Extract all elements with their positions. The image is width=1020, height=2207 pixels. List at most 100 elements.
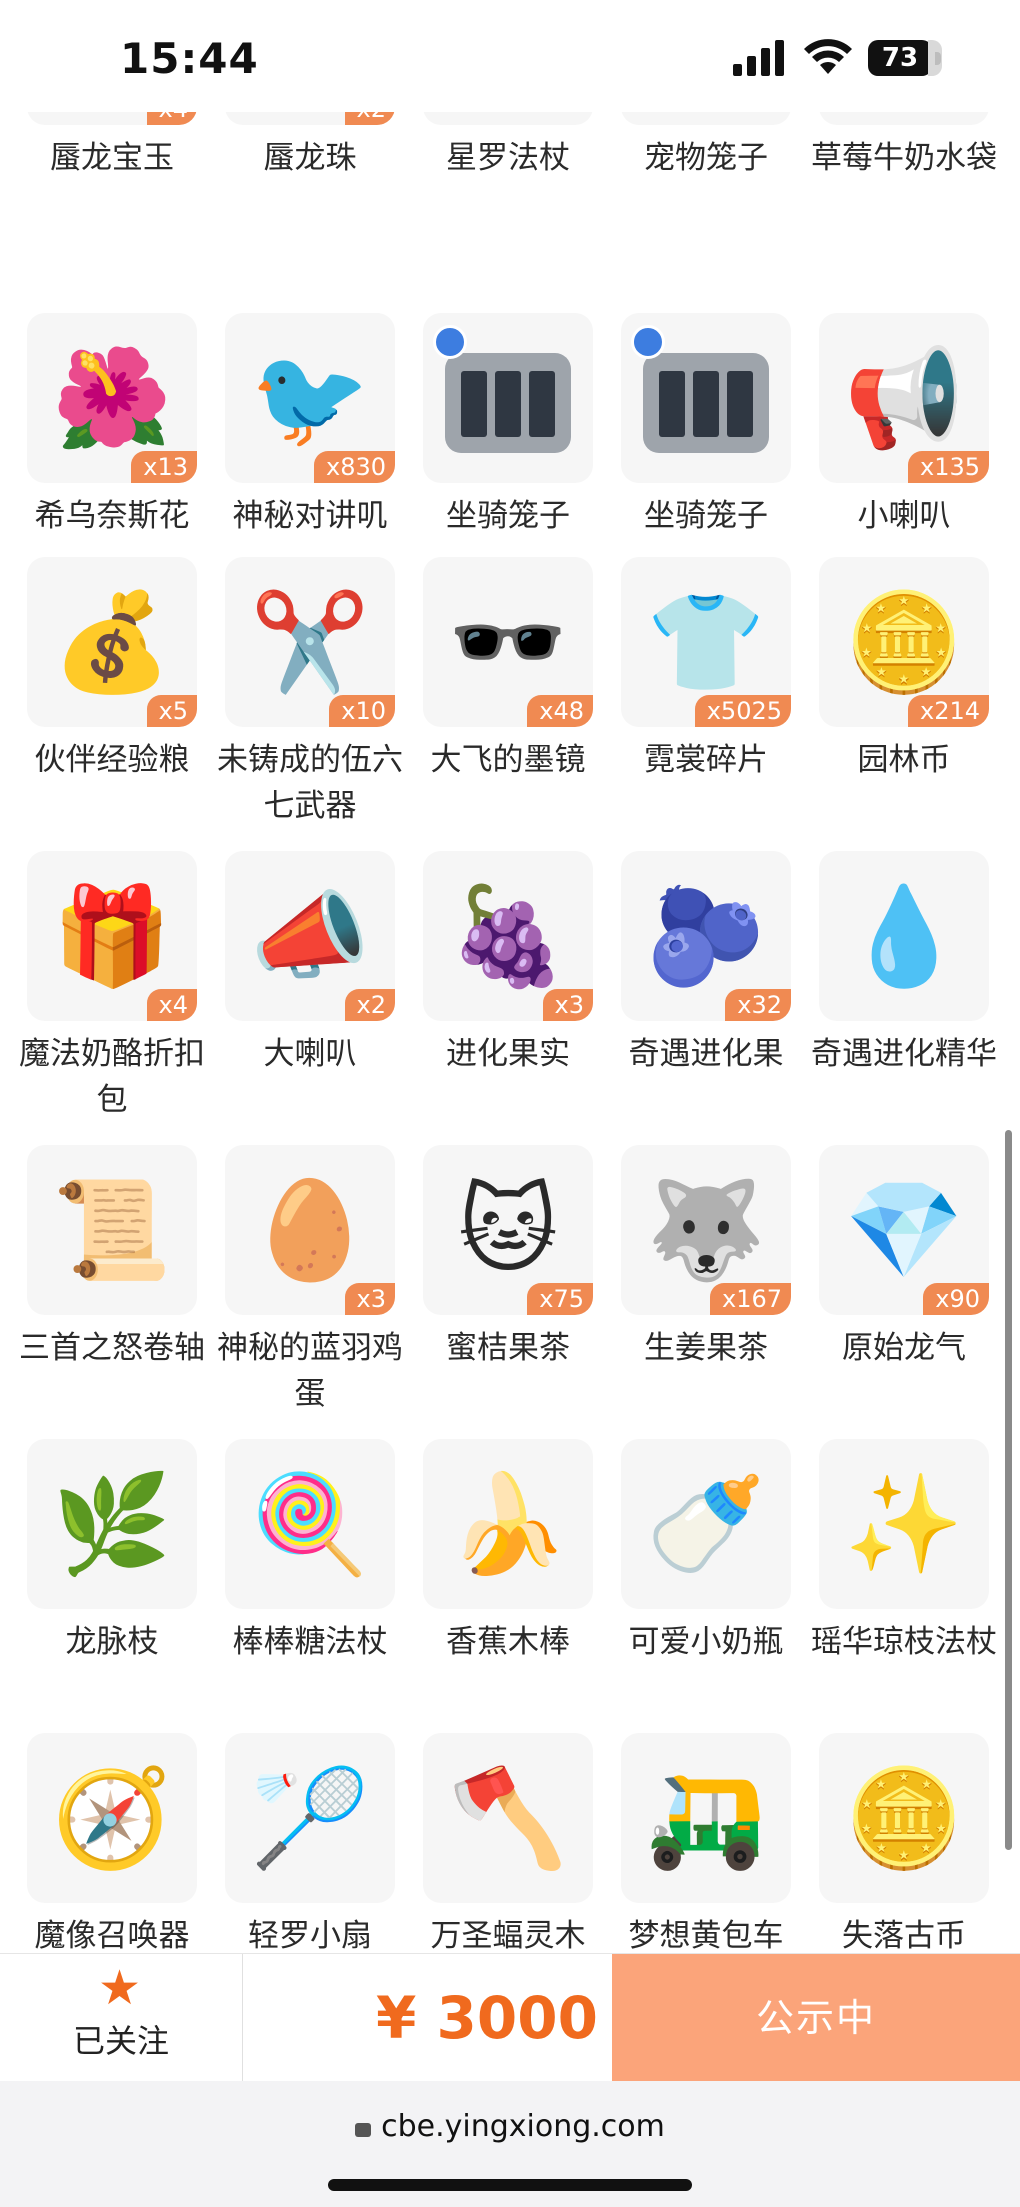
- item-thumbnail: 🪙: [819, 1733, 989, 1903]
- item-card[interactable]: 🛺 梦想黄包车: [621, 1733, 791, 1959]
- follow-button[interactable]: ★ 已关注: [0, 1954, 243, 2082]
- quantity-badge: x75: [527, 1283, 593, 1315]
- item-card[interactable]: 🥚 x3 神秘的蓝羽鸡蛋: [217, 1145, 403, 1417]
- baby-bottle-icon: 🍼: [646, 1468, 766, 1580]
- item-card[interactable]: 💰 x5 伙伴经验粮: [27, 557, 197, 783]
- item-thumbnail: 👕 x5025: [621, 557, 791, 727]
- item-name: 园林币: [857, 742, 951, 778]
- cage-bar: [495, 371, 521, 437]
- bottom-action-bar: ★ 已关注 ¥ 3000 公示中: [0, 1953, 1020, 2082]
- item-card[interactable]: ✨ 瑶华琼枝法杖: [811, 1439, 997, 1665]
- grey-cat-box-icon: 🐺: [646, 1174, 766, 1286]
- quantity-badge: x13: [131, 451, 197, 483]
- item-card[interactable]: 🐦 x830 神秘对讲叽: [225, 313, 395, 539]
- mount-cage-icon: [433, 325, 571, 453]
- battery-tip: [935, 52, 941, 65]
- item-card[interactable]: 坐骑笼子: [423, 313, 593, 539]
- item-name: 香蕉木棒: [446, 1624, 570, 1660]
- mount-cage-icon: [631, 325, 769, 453]
- item-thumbnail: 🐱 x75: [423, 1145, 593, 1315]
- item-card[interactable]: 🌺 x13 希乌奈斯花: [27, 313, 197, 539]
- spider-axe-icon: 🪓: [448, 1762, 568, 1874]
- megaphone-icon: 📢: [844, 342, 964, 454]
- quantity-badge: x4: [146, 989, 197, 1021]
- item-card[interactable]: 📜 三首之怒卷轴: [19, 1145, 205, 1371]
- item-thumbnail: 🍇 x3: [423, 851, 593, 1021]
- cage-bar: [693, 371, 719, 437]
- price: ¥ 3000: [376, 1984, 598, 2052]
- item-card[interactable]: 🐱 x75 蜜桔果茶: [423, 1145, 593, 1371]
- status-bar: 15:44 73: [0, 0, 1020, 112]
- item-card[interactable]: 🪙 x214 园林币: [819, 557, 989, 783]
- quantity-badge: x214: [907, 695, 989, 727]
- cage-bar: [727, 371, 753, 437]
- item-card[interactable]: 🐺 x167 生姜果茶: [621, 1145, 791, 1371]
- sunglasses-icon: 🕶️: [448, 586, 568, 698]
- quantity-badge: x90: [923, 1283, 989, 1315]
- scissors-icon: ✂️: [250, 586, 370, 698]
- item-thumbnail: 🍌: [423, 1439, 593, 1609]
- scrollbar[interactable]: [1005, 1130, 1012, 1850]
- browser-bar: cbe.yingxiong.com: [0, 2081, 1020, 2207]
- item-card[interactable]: 🕶️ x48 大飞的墨镜: [423, 557, 593, 783]
- quantity-badge: x135: [907, 451, 989, 483]
- cage-bar: [659, 371, 685, 437]
- item-card[interactable]: 🍼 可爱小奶瓶: [621, 1439, 791, 1665]
- ornate-staff-icon: ✨: [844, 1468, 964, 1580]
- quantity-badge: x48: [527, 695, 593, 727]
- item-card[interactable]: 🍭 棒棒糖法杖: [225, 1439, 395, 1665]
- item-card[interactable]: 🪙 失落古币: [819, 1733, 989, 1959]
- cellular-signal-icon: [733, 40, 784, 76]
- gift-box-icon: 🎁: [52, 880, 172, 992]
- gold-coin-icon: 🪙: [844, 586, 964, 698]
- green-crystal-icon: 💎: [844, 1174, 964, 1286]
- lock-icon: [355, 2123, 372, 2137]
- item-thumbnail: 📢 x135: [819, 313, 989, 483]
- battery-level: 73: [868, 40, 932, 76]
- item-thumbnail: [423, 313, 593, 483]
- item-card[interactable]: 💎 x90 原始龙气: [819, 1145, 989, 1371]
- item-name: 可爱小奶瓶: [628, 1624, 784, 1660]
- item-name: 进化果实: [446, 1036, 570, 1072]
- item-name: 宠物笼子: [644, 140, 768, 176]
- url-bar[interactable]: cbe.yingxiong.com: [0, 2109, 1020, 2144]
- fan-icon: 🏸: [250, 1762, 370, 1874]
- item-name: 草莓牛奶水袋: [811, 140, 997, 176]
- shirt-icon: 👕: [646, 586, 766, 698]
- item-card[interactable]: 🎁 x4 魔法奶酪折扣包: [19, 851, 205, 1123]
- item-thumbnail: [621, 313, 791, 483]
- item-thumbnail: 💎 x90: [819, 1145, 989, 1315]
- public-notice-button[interactable]: 公示中: [612, 1954, 1020, 2082]
- item-card[interactable]: 🧭 魔像召唤器: [27, 1733, 197, 1959]
- item-name: 未铸成的伍六七武器: [217, 742, 403, 824]
- quantity-badge: x3: [344, 1283, 395, 1315]
- item-name: 蜃龙珠: [263, 140, 357, 176]
- item-card[interactable]: 💧 奇遇进化精华: [811, 851, 997, 1077]
- item-thumbnail: 🫐 x32: [621, 851, 791, 1021]
- item-card[interactable]: 坐骑笼子: [621, 313, 791, 539]
- home-indicator[interactable]: [328, 2179, 692, 2191]
- item-thumbnail: 💧: [819, 851, 989, 1021]
- quantity-badge: x2: [344, 989, 395, 1021]
- summoner-icon: 🧭: [52, 1762, 172, 1874]
- item-card[interactable]: 🍇 x3 进化果实: [423, 851, 593, 1077]
- ancient-coin-icon: 🪙: [844, 1762, 964, 1874]
- item-card[interactable]: 🌿 龙脉枝: [27, 1439, 197, 1665]
- url-text: cbe.yingxiong.com: [381, 2109, 665, 2144]
- item-name: 奇遇进化精华: [811, 1036, 997, 1072]
- item-card[interactable]: 🫐 x32 奇遇进化果: [621, 851, 791, 1077]
- item-card[interactable]: 🍌 香蕉木棒: [423, 1439, 593, 1665]
- lollipop-icon: 🍭: [250, 1468, 370, 1580]
- item-thumbnail: 🏸: [225, 1733, 395, 1903]
- mount-tag-icon: [433, 325, 467, 359]
- item-card[interactable]: 📢 x135 小喇叭: [819, 313, 989, 539]
- item-thumbnail: ✂️ x10: [225, 557, 395, 727]
- item-name: 小喇叭: [857, 498, 951, 534]
- item-thumbnail: 🍭: [225, 1439, 395, 1609]
- item-card[interactable]: 👕 x5025 霓裳碎片: [621, 557, 791, 783]
- item-card[interactable]: ✂️ x10 未铸成的伍六七武器: [217, 557, 403, 829]
- item-card[interactable]: 📣 x2 大喇叭: [225, 851, 395, 1077]
- item-card[interactable]: 🪓 万圣蝠灵木: [423, 1733, 593, 1959]
- item-name: 伙伴经验粮: [34, 742, 190, 778]
- item-card[interactable]: 🏸 轻罗小扇: [225, 1733, 395, 1959]
